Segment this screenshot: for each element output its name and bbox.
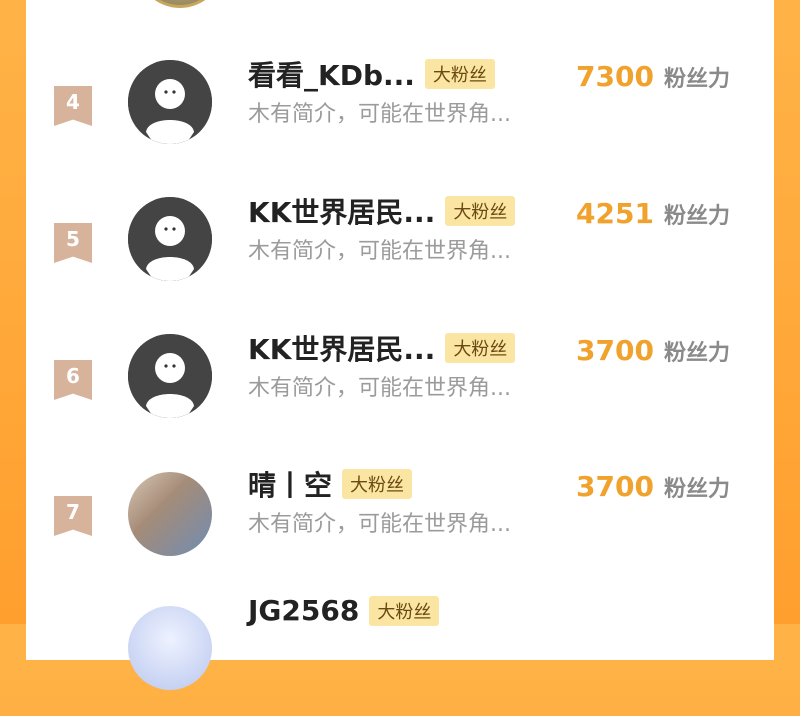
fans-count: 3700	[576, 334, 654, 367]
default-avatar-icon[interactable]	[128, 60, 212, 144]
user-name[interactable]: 晴丨空	[248, 464, 332, 504]
rank-badge: 4	[54, 86, 92, 126]
fans-unit: 粉丝力	[663, 477, 730, 502]
rank-badge: 7	[54, 496, 92, 536]
user-description: 木有简介，可能在世界角...	[248, 239, 511, 264]
fan-badge: 大粉丝	[342, 469, 413, 499]
default-avatar-icon[interactable]	[128, 334, 212, 418]
fans-ranking-card: 4 看看_KDb... 大粉丝 木有简介，可能在世界角... 7300 粉丝力 …	[26, 0, 774, 690]
fans-unit: 粉丝力	[663, 204, 730, 229]
fans-count: 3700	[576, 470, 654, 503]
avatar[interactable]	[136, 0, 224, 8]
user-name[interactable]: JG2568	[248, 594, 359, 627]
avatar[interactable]	[128, 606, 212, 690]
list-item[interactable]: 4 看看_KDb... 大粉丝 木有简介，可能在世界角... 7300 粉丝力	[26, 59, 774, 178]
rank-badge: 5	[54, 223, 92, 263]
fans-unit: 粉丝力	[663, 341, 730, 366]
fans-count: 4251	[576, 197, 654, 230]
fan-badge: 大粉丝	[369, 595, 440, 626]
user-description: 木有简介，可能在世界角...	[248, 376, 511, 401]
user-name[interactable]: KK世界居民...	[248, 191, 435, 231]
list-item[interactable]: JG2568 大粉丝	[26, 594, 774, 716]
user-name[interactable]: 看看_KDb...	[248, 54, 415, 94]
list-item[interactable]: 5 KK世界居民... 大粉丝 木有简介，可能在世界角... 4251 粉丝力	[26, 196, 774, 315]
user-description: 木有简介，可能在世界角...	[248, 102, 511, 127]
list-item[interactable]: 6 KK世界居民... 大粉丝 木有简介，可能在世界角... 3700 粉丝力	[26, 333, 774, 452]
fan-badge: 大粉丝	[424, 59, 495, 89]
fans-unit: 粉丝力	[663, 67, 730, 92]
fan-badge: 大粉丝	[445, 196, 516, 226]
user-description: 木有简介，可能在世界角...	[248, 512, 511, 537]
fans-count: 7300	[576, 60, 654, 93]
photo-avatar[interactable]	[128, 472, 212, 556]
rank-badge: 6	[54, 360, 92, 400]
fan-badge: 大粉丝	[445, 333, 516, 363]
list-item[interactable]: 7 晴丨空 大粉丝 木有简介，可能在世界角... 3700 粉丝力	[26, 469, 774, 588]
user-name[interactable]: KK世界居民...	[248, 328, 435, 368]
default-avatar-icon[interactable]	[128, 197, 212, 281]
